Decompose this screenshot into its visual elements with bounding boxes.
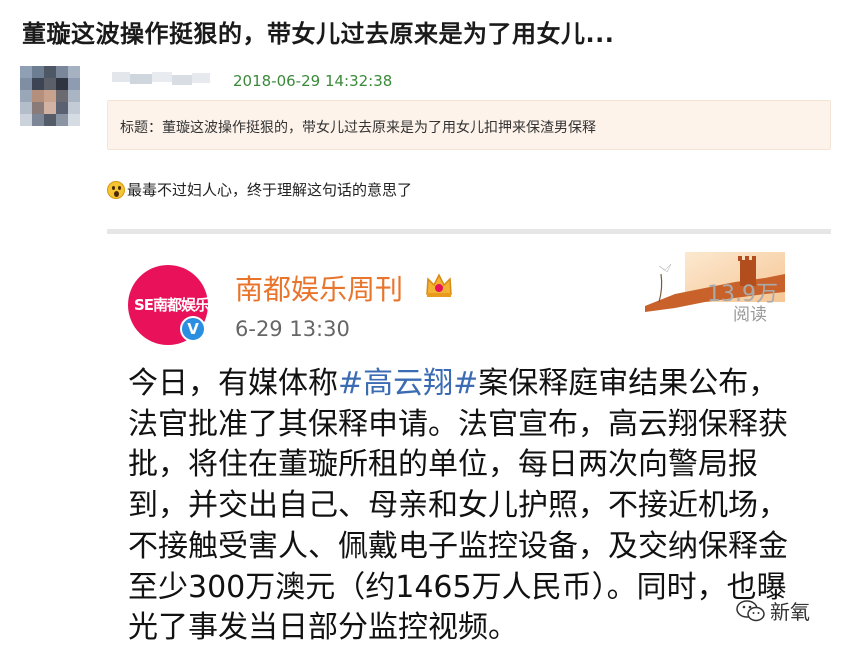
body-line: 法官批准了其保释申请。法官宣布，高云翔保释获 [128, 406, 788, 442]
username-blurred[interactable] [112, 70, 212, 90]
body-line: 今日，有媒体称#高云翔#案保释庭审结果公布， [128, 364, 808, 405]
body-line: 至少300万澳元（约1465万人民币）。同时，也曝 [128, 569, 787, 605]
watermark-text: 新氧 [770, 600, 810, 624]
body-line: 光了事发当日部分监控视频。 [128, 610, 518, 646]
body-line: 不接触受害人、佩戴电子监控设备，及交纳保释金 [128, 528, 788, 564]
weibo-post-time: 6-29 13:30 [235, 317, 350, 341]
divider [107, 229, 831, 234]
post-title-text: 标题：董璇这波操作挺狠的，带女儿过去原来是为了用女儿扣押来保渣男保释 [120, 120, 596, 136]
post-comment: 最毒不过妇人心，终于理解这句话的意思了 [107, 179, 412, 200]
body-line: 到，并交出自己、母亲和女儿护照，不接近机场， [128, 488, 788, 524]
body-line: 批，将住在董璇所租的单位，每日两次向警局报 [128, 447, 758, 483]
avatar[interactable] [20, 66, 80, 126]
surprised-face-icon [107, 181, 125, 199]
watermark: 新氧 [736, 596, 810, 625]
crown-icon [426, 273, 452, 297]
weibo-post-body: 今日，有媒体称#高云翔#案保释庭审结果公布， 法官批准了其保释申请。法官宣布，高… [128, 364, 808, 649]
verified-badge-icon: V [180, 316, 206, 342]
views-label: 阅读 [733, 305, 767, 325]
wechat-icon [736, 600, 765, 622]
logo-text: SE南都娱乐 [134, 296, 210, 314]
weibo-account-name[interactable]: 南都娱乐周刊 [235, 268, 403, 308]
body-text: 案保释庭审结果公布， [478, 366, 779, 401]
page-title: 董璇这波操作挺狠的，带女儿过去原来是为了用女儿... [22, 20, 615, 48]
comment-text: 最毒不过妇人心，终于理解这句话的意思了 [127, 181, 413, 199]
post-title-box: 标题：董璇这波操作挺狠的，带女儿过去原来是为了用女儿扣押来保渣男保释 [107, 100, 831, 150]
post-timestamp: 2018-06-29 14:32:38 [233, 72, 393, 90]
body-text: 今日，有媒体称 [128, 366, 338, 401]
hashtag-link[interactable]: #高云翔# [338, 366, 478, 401]
